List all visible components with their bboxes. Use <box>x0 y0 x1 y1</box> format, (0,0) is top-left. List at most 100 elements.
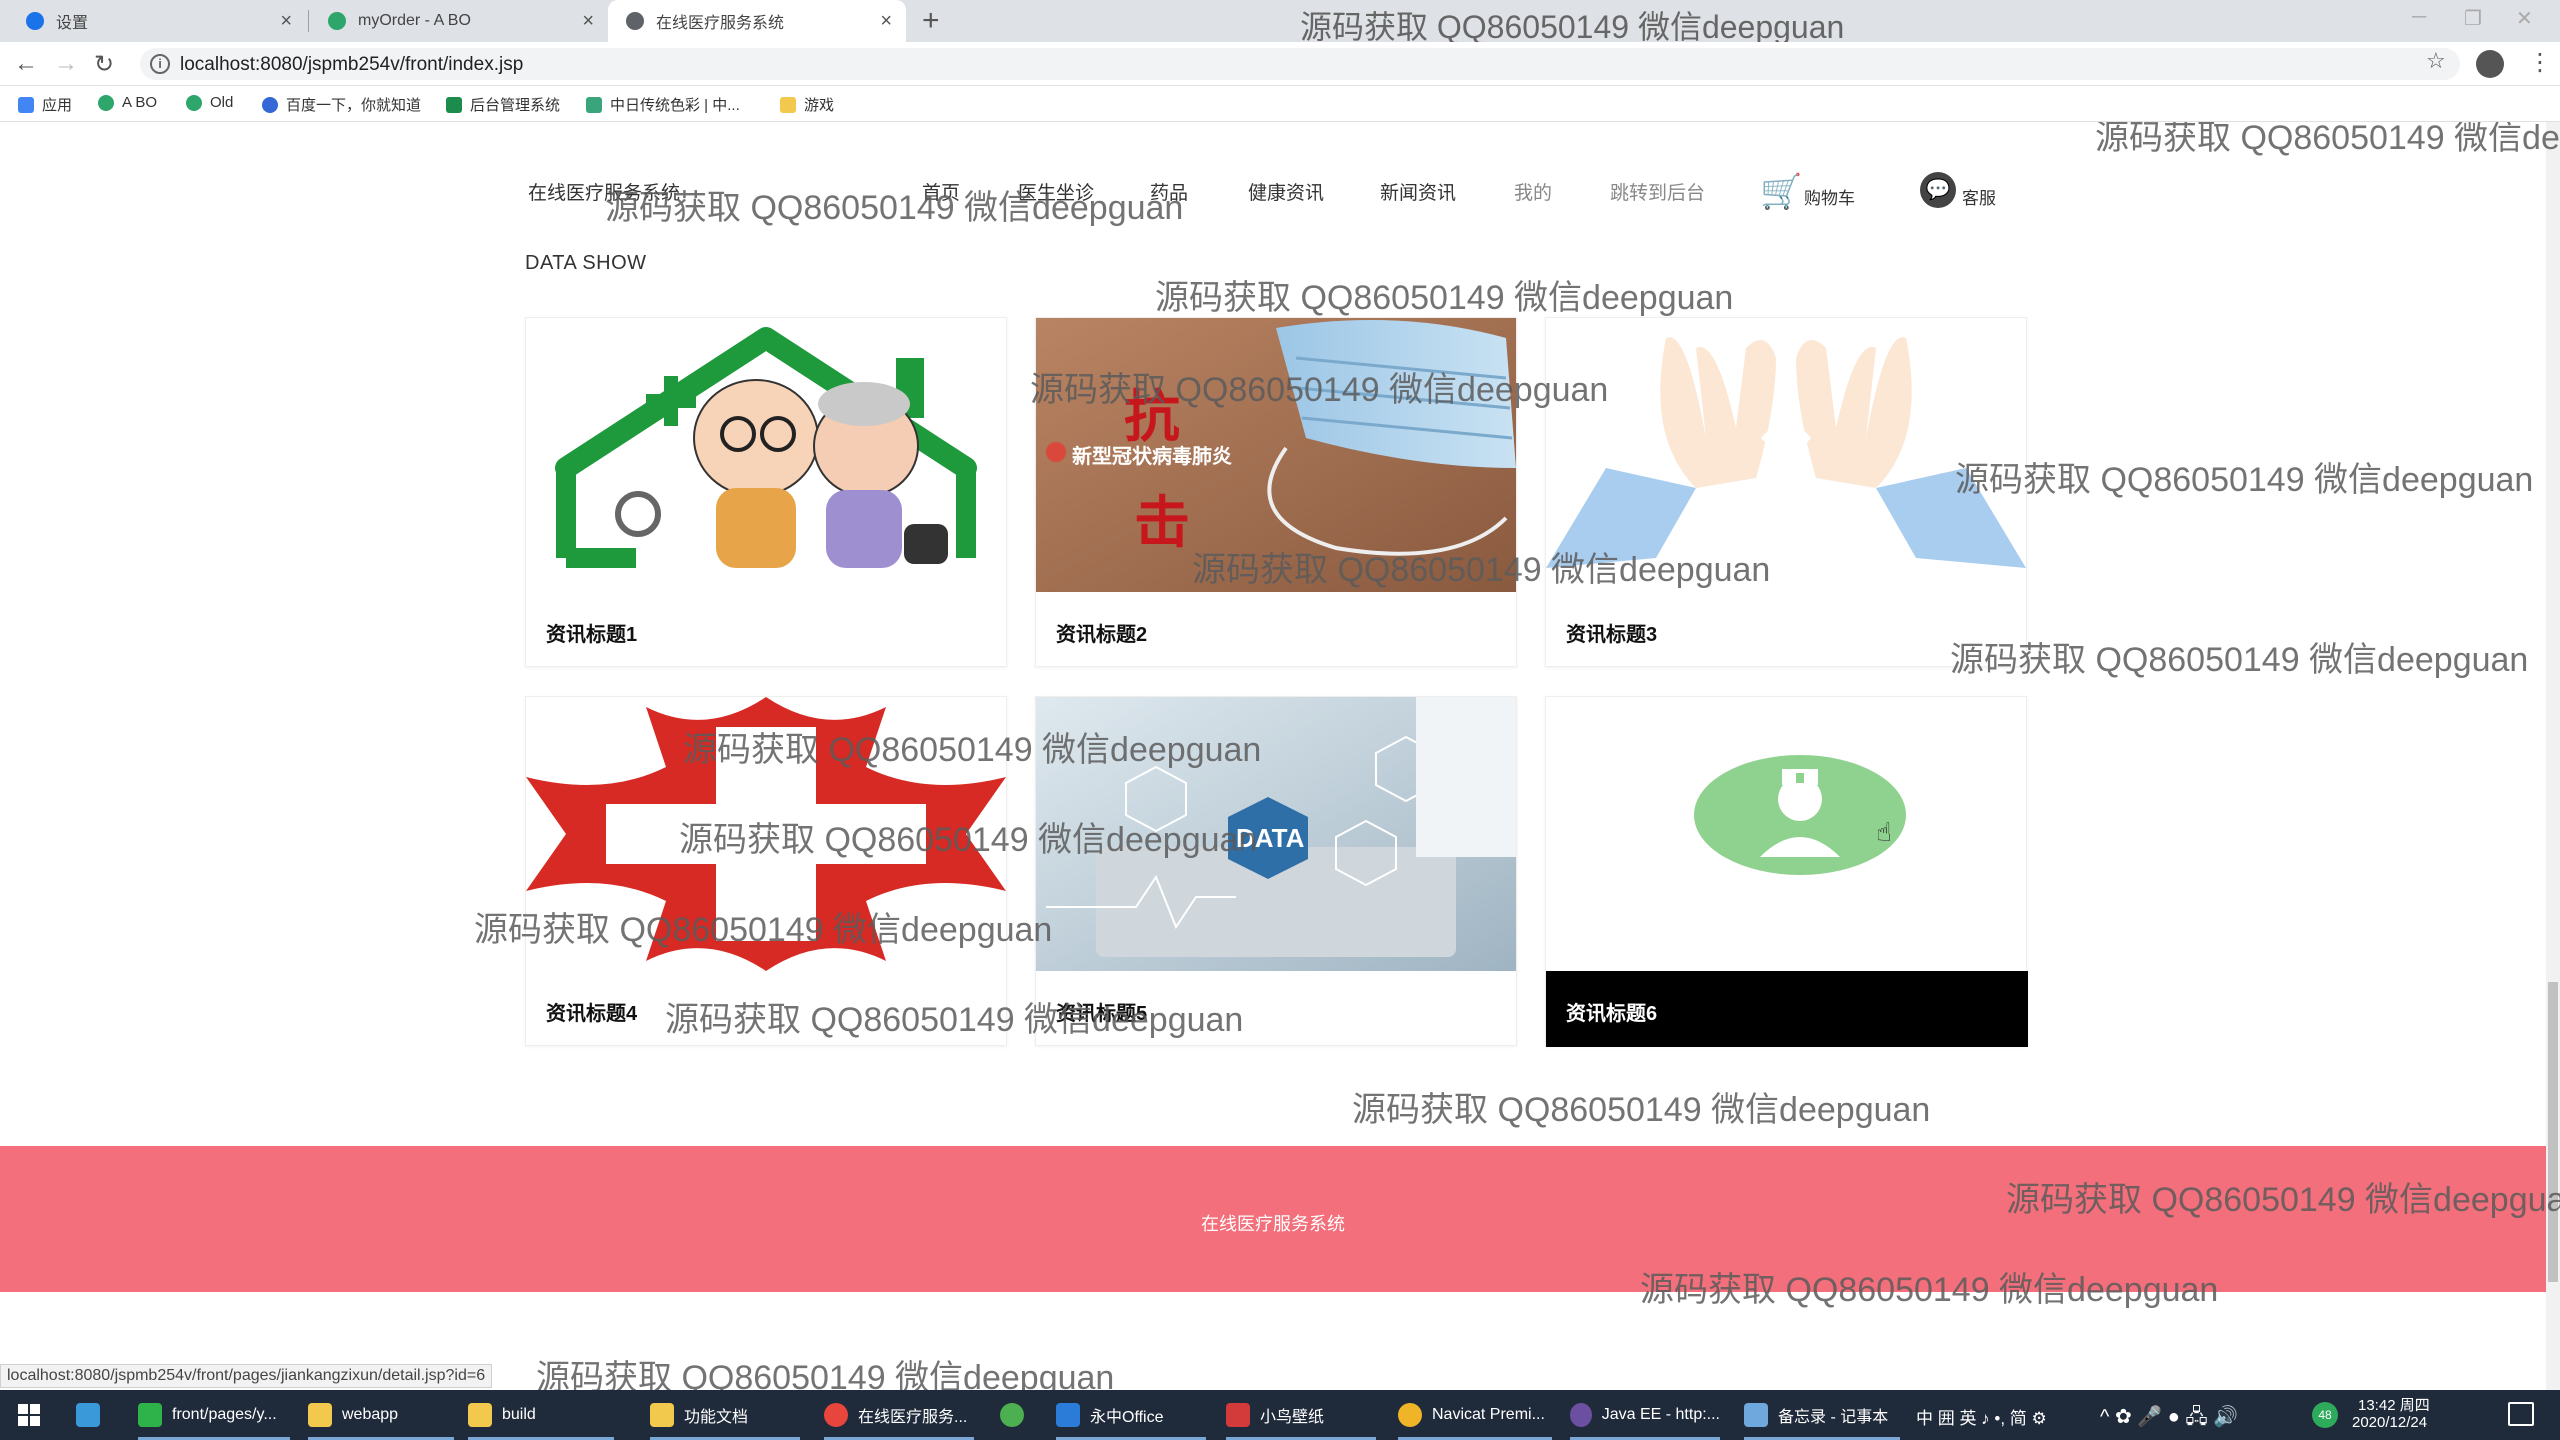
taskbar-eclipse[interactable]: Java EE - http:... <box>1570 1390 1720 1440</box>
profile-avatar-icon[interactable] <box>2476 50 2504 78</box>
nav-mine[interactable]: 我的 <box>1514 178 1552 205</box>
taskbar-label: webapp <box>342 1406 399 1423</box>
clock-date[interactable]: 2020/12/24 <box>2352 1414 2427 1431</box>
bookmark-colors[interactable]: 中日传统色彩 | 中... <box>586 94 740 115</box>
windows-start-icon[interactable] <box>18 1404 40 1426</box>
eclipse-icon <box>1570 1403 1592 1427</box>
taskbar-label: 在线医疗服务... <box>858 1409 968 1426</box>
watermark-text: 源码获取 QQ86050149 微信deepguan <box>665 1001 1244 1039</box>
apps-grid-icon <box>18 96 34 113</box>
scrollbar-thumb[interactable] <box>2548 982 2558 1282</box>
folder-icon <box>650 1403 674 1427</box>
bird-wallpaper-icon <box>1226 1403 1250 1427</box>
taskbar-label: build <box>502 1406 536 1423</box>
notification-center-icon[interactable] <box>2508 1402 2534 1426</box>
taskbar-yozo-office[interactable]: 永中Office <box>1056 1390 1206 1440</box>
shopping-cart-icon[interactable]: 🛒 <box>1760 172 1802 212</box>
wechat-service-icon[interactable]: 💬 <box>1920 172 1956 208</box>
status-bar-url: localhost:8080/jspmb254v/front/pages/jia… <box>0 1364 493 1388</box>
browser-tab-strip: 设置 × myOrder - A BO × 在线医疗服务系统 × + 源码获取 … <box>0 0 2560 45</box>
news-card[interactable]: 资讯标题1 <box>525 317 1007 667</box>
close-tab-icon[interactable]: × <box>280 10 292 33</box>
security-badge-icon[interactable]: 48 <box>2312 1402 2338 1428</box>
close-tab-icon[interactable]: × <box>880 10 892 33</box>
taskbar-label: Navicat Premi... <box>1432 1406 1545 1423</box>
card-title[interactable]: 资讯标题6 <box>1566 997 1657 1026</box>
taskbar-navicat[interactable]: Navicat Premi... <box>1398 1390 1552 1440</box>
nav-health-news[interactable]: 健康资讯 <box>1248 178 1324 205</box>
card-title[interactable]: 资讯标题1 <box>546 618 637 647</box>
globe-icon <box>626 12 644 30</box>
address-url[interactable]: localhost:8080/jspmb254v/front/index.jsp <box>180 54 523 76</box>
bookmark-admin[interactable]: 后台管理系统 <box>446 94 560 115</box>
bookmark-star-icon[interactable]: ☆ <box>2426 48 2446 74</box>
bookmark-old[interactable]: Old <box>186 94 233 111</box>
nav-admin[interactable]: 跳转到后台 <box>1610 178 1705 205</box>
card-title[interactable]: 资讯标题3 <box>1566 618 1657 647</box>
fight-character: 击 <box>1134 490 1190 556</box>
taskbar-label: front/pages/y... <box>172 1406 277 1423</box>
nav-cart-label[interactable]: 购物车 <box>1804 184 1855 209</box>
taskbar-hbuilder[interactable]: front/pages/y... <box>138 1390 290 1440</box>
settings-gear-icon <box>26 12 44 30</box>
taskbar-pinned-app[interactable] <box>76 1390 116 1440</box>
taskbar-notepad[interactable]: 备忘录 - 记事本 <box>1744 1390 1900 1440</box>
taskbar-label: Java EE - http:... <box>1601 1406 1720 1423</box>
minimize-icon[interactable]: ─ <box>2412 6 2426 29</box>
chrome-icon <box>824 1403 848 1427</box>
tray-icons[interactable]: ^ ✿ 🎤 ● 🖧 🔊 <box>2100 1402 2238 1436</box>
watermark-text: 源码获取 QQ86050149 微信deepguan <box>605 189 1184 227</box>
input-method-tray[interactable]: 中 囲 英 ♪ •, 简 ⚙ <box>1916 1404 2047 1429</box>
card-title[interactable]: 资讯标题2 <box>1056 618 1147 647</box>
info-icon[interactable]: i <box>150 54 170 74</box>
gear-leaf-icon <box>586 96 602 113</box>
taskbar-webapp[interactable]: webapp <box>308 1390 454 1440</box>
watermark-text: 源码获取 QQ86050149 微信deepguan <box>2095 122 2560 157</box>
reload-icon[interactable]: ↻ <box>94 50 114 79</box>
restore-icon[interactable]: ❐ <box>2464 6 2482 31</box>
news-card-hovered[interactable]: ☝ 资讯标题6 <box>1545 696 2028 1047</box>
clock-time[interactable]: 13:42 周四 <box>2358 1394 2430 1415</box>
site-favicon-icon <box>98 94 114 111</box>
close-tab-icon[interactable]: × <box>582 10 594 33</box>
nav-news[interactable]: 新闻资讯 <box>1380 178 1456 205</box>
bookmark-baidu[interactable]: 百度一下，你就知道 <box>262 94 421 115</box>
forward-arrow-icon[interactable]: → <box>54 50 78 78</box>
bookmark-label: 中日传统色彩 | 中... <box>610 97 740 114</box>
bookmark-label: 游戏 <box>804 97 835 114</box>
tab-title: 在线医疗服务系统 <box>656 15 785 32</box>
watermark-text: 源码获取 QQ86050149 微信deepguan <box>679 821 1258 859</box>
browser-menu-icon[interactable]: ⋮ <box>2528 48 2552 77</box>
taskbar-wallpaper[interactable]: 小鸟壁纸 <box>1226 1390 1376 1440</box>
browser-tab-myorder[interactable]: myOrder - A BO × <box>310 0 608 42</box>
bookmark-apps[interactable]: 应用 <box>18 94 72 115</box>
yozo-office-icon <box>1056 1403 1080 1427</box>
back-arrow-icon[interactable]: ← <box>14 50 38 78</box>
close-window-icon[interactable]: ✕ <box>2516 6 2533 31</box>
nav-service-label[interactable]: 客服 <box>1962 184 1996 209</box>
watermark-text: 源码获取 QQ86050149 微信deepguan <box>474 911 1053 949</box>
taskbar-app[interactable] <box>1000 1390 1040 1440</box>
taskbar-label: 永中Office <box>1090 1409 1164 1426</box>
bookmark-label: 百度一下，你就知道 <box>286 97 422 114</box>
section-title: DATA SHOW <box>525 252 647 274</box>
card-title[interactable]: 资讯标题4 <box>546 997 637 1026</box>
elderly-house-illustration <box>526 318 1006 592</box>
bookmark-a-bo[interactable]: A BO <box>98 94 157 111</box>
taskbar-label: 小鸟壁纸 <box>1260 1409 1325 1426</box>
taskbar-build[interactable]: build <box>468 1390 614 1440</box>
new-tab-button[interactable]: + <box>922 4 940 38</box>
taskbar-label: 备忘录 - 记事本 <box>1778 1409 1889 1426</box>
watermark-text: 源码获取 QQ86050149 微信deepguan <box>683 731 1262 769</box>
browser-tab-active[interactable]: 在线医疗服务系统 × <box>608 0 906 42</box>
taskbar-chrome[interactable]: 在线医疗服务... <box>824 1390 974 1440</box>
vue-logo-icon <box>446 96 462 113</box>
tab-title: 设置 <box>56 15 89 32</box>
address-bar[interactable]: i localhost:8080/jspmb254v/front/index.j… <box>140 48 2460 80</box>
mouse-cursor-icon: ☝ <box>1876 817 1892 847</box>
taskbar-docs[interactable]: 功能文档 <box>650 1390 800 1440</box>
bookmark-games[interactable]: 游戏 <box>780 94 834 115</box>
browser-tab-settings[interactable]: 设置 × <box>8 0 306 42</box>
bookmark-label: A BO <box>122 94 158 111</box>
watermark-text: 源码获取 QQ86050149 微信deepguan <box>1640 1271 2219 1309</box>
